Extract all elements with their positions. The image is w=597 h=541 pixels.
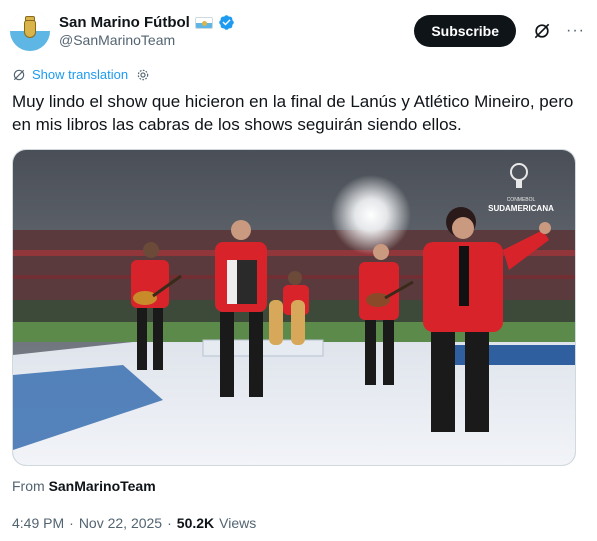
video-frame: CONMEBOL SUDAMERICANA [13,150,575,465]
video-media[interactable]: CONMEBOL SUDAMERICANA [12,149,576,466]
from-attribution: From SanMarinoTeam [12,478,156,494]
subscribe-button[interactable]: Subscribe [414,15,517,47]
user-handle[interactable]: @SanMarinoTeam [59,32,414,48]
show-translation-label[interactable]: Show translation [32,67,128,82]
tweet-header: San Marino Fútbol @SanMarinoTeam Subscri… [10,8,585,54]
watermark-top: CONMEBOL [507,197,536,203]
settings-gear-icon[interactable] [136,68,150,82]
meta-separator: · [69,515,74,531]
watermark-brand: SUDAMERICANA [488,204,554,213]
translate-icon [13,69,25,80]
views-label: Views [219,515,257,531]
from-prefix: From [12,478,45,494]
grok-icon[interactable] [532,21,552,41]
from-account-link[interactable]: SanMarinoTeam [49,478,156,494]
views-count[interactable]: 50.2K [177,515,214,531]
tweet-date[interactable]: Nov 22, 2025 [79,515,162,531]
avatar[interactable] [10,11,50,51]
san-marino-flag-icon [194,16,213,29]
tweet-time[interactable]: 4:49 PM [12,515,64,531]
meta-separator-2: · [167,515,172,531]
tweet-text: Muy lindo el show que hicieron en la fin… [12,92,574,134]
author-identity: San Marino Fútbol @SanMarinoTeam [59,14,414,48]
tweet-meta: 4:49 PM · Nov 22, 2025 · 50.2K Views [12,515,256,531]
verified-badge-icon [219,15,234,30]
more-dots-icon[interactable]: ··· [566,23,585,39]
show-translation[interactable]: Show translation [12,67,150,82]
display-name[interactable]: San Marino Fútbol [59,14,190,31]
